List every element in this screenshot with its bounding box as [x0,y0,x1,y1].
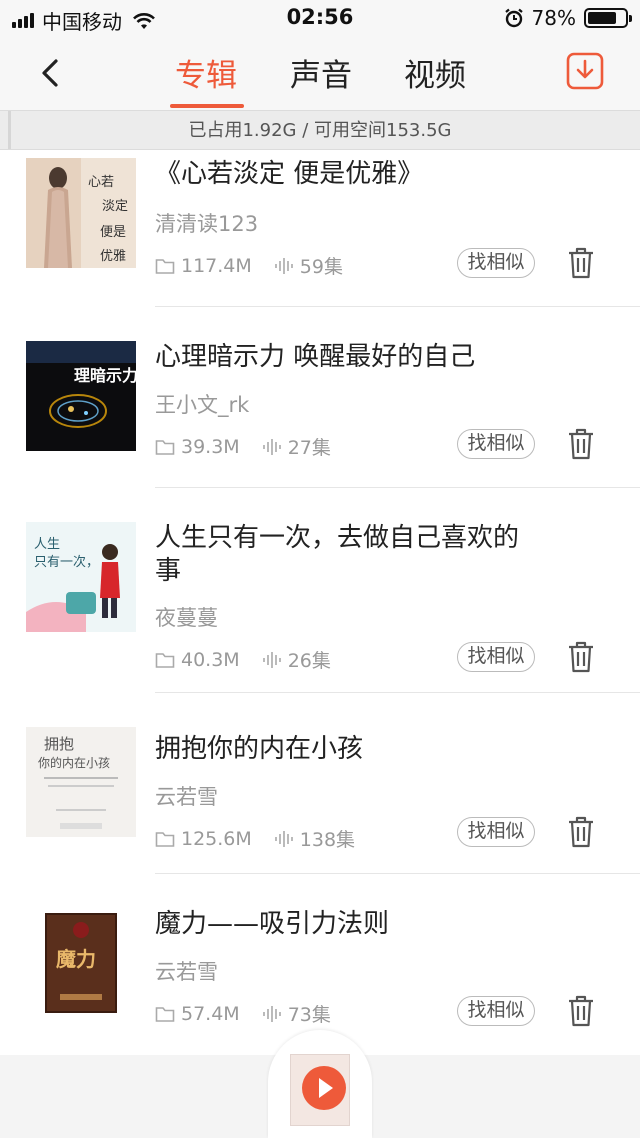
svg-text:只有一次，: 只有一次， [34,554,99,570]
album-title: 人生只有一次，去做自己喜欢的事 [155,523,520,586]
svg-text:魔力: 魔力 [56,947,96,971]
audio-wave-icon [262,438,281,455]
divider [155,692,640,693]
episode-count: 27集 [287,437,331,459]
find-similar-button[interactable]: 找相似 [457,642,535,672]
trash-icon[interactable] [566,815,596,849]
album-size: 40.3M [181,648,240,671]
album-cover: 拥抱 你的内在小孩 [26,727,136,837]
status-bar: 中国移动 02:56 78% [0,0,640,36]
episode-count: 138集 [299,829,356,851]
svg-text:心若: 心若 [88,174,114,190]
folder-icon [155,831,175,847]
battery-icon [584,8,632,28]
svg-text:淡定: 淡定 [102,199,128,214]
album-author: 云若雪 [155,960,218,984]
divider [155,487,640,488]
episode-count: 26集 [287,650,331,672]
audio-wave-icon [274,257,293,274]
audio-wave-icon [274,830,293,847]
album-author: 清清读123 [155,212,259,236]
album-cover: 理暗示力 [26,341,136,451]
album-size: 117.4M [181,254,252,277]
album-title: 《心若淡定 便是优雅》 [155,159,424,189]
back-arrow-icon[interactable] [36,56,66,90]
episode-count: 73集 [287,1004,331,1026]
alarm-icon [504,8,523,28]
trash-icon[interactable] [566,427,596,461]
album-size: 39.3M [181,435,240,458]
audio-wave-icon [262,1005,281,1022]
album-title: 拥抱你的内在小孩 [155,734,364,764]
svg-text:便是: 便是 [100,225,126,240]
play-icon[interactable] [302,1066,346,1110]
top-nav: 专辑 声音 视频 [0,36,640,110]
find-similar-button[interactable]: 找相似 [457,996,535,1026]
album-author: 夜蔓蔓 [155,606,218,630]
folder-icon [155,652,175,668]
find-similar-button[interactable]: 找相似 [457,248,535,278]
tab-videos[interactable]: 视频 [404,50,466,95]
divider [155,306,640,307]
svg-text:拥抱: 拥抱 [44,735,74,753]
tab-albums[interactable]: 专辑 [175,50,237,95]
album-title: 魔力——吸引力法则 [155,909,390,939]
trash-icon[interactable] [566,640,596,674]
active-tab-indicator [170,104,244,108]
album-author: 王小文_rk [155,393,250,417]
album-size: 125.6M [181,827,252,850]
trash-icon[interactable] [566,994,596,1028]
album-list: 心若 淡定 便是 优雅 《心若淡定 便是优雅》 清清读123 117.4M 59… [0,150,640,1055]
svg-text:优雅: 优雅 [100,249,126,264]
svg-text:人生: 人生 [34,537,60,552]
storage-info: 已占用1.92G / 可用空间153.5G [0,110,640,150]
battery-percent: 78% [531,6,576,30]
folder-icon [155,439,175,455]
episode-count: 59集 [299,256,343,278]
folder-icon [155,1006,175,1022]
trash-icon[interactable] [566,246,596,280]
album-author: 云若雪 [155,785,218,809]
svg-text:理暗示力: 理暗示力 [74,366,136,385]
album-size: 57.4M [181,1002,240,1025]
find-similar-button[interactable]: 找相似 [457,817,535,847]
folder-icon [155,258,175,274]
audio-wave-icon [262,651,281,668]
mini-player[interactable] [268,1030,372,1138]
find-similar-button[interactable]: 找相似 [457,429,535,459]
album-cover: 心若 淡定 便是 优雅 [26,158,136,268]
album-cover: 人生 只有一次， [26,522,136,632]
album-title: 心理暗示力 唤醒最好的自己 [155,342,476,372]
svg-text:你的内在小孩: 你的内在小孩 [38,755,110,770]
tab-sounds[interactable]: 声音 [290,50,352,95]
download-icon[interactable] [566,52,604,90]
divider [155,873,640,874]
album-cover: 魔力 [26,908,136,1018]
